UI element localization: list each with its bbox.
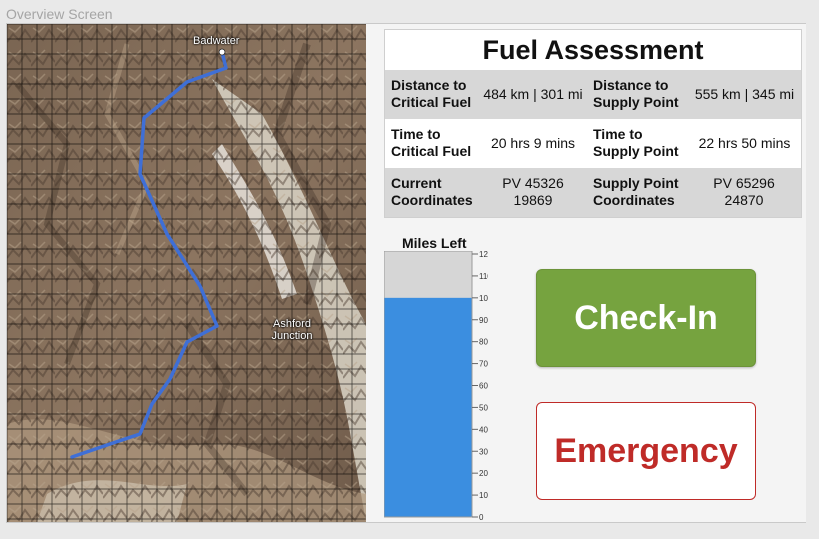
gauge-tick-label: 400 <box>479 425 488 434</box>
distance-supply-label: Distance to Supply Point <box>593 77 679 110</box>
gauge-tick-label: 300 <box>479 447 488 456</box>
gauge-fill-bar <box>384 297 472 517</box>
distance-critical-value: 484 km | 301 mi <box>483 86 583 102</box>
fuel-assessment-title: Fuel Assessment <box>482 35 704 65</box>
miles-left-title: Miles Left <box>402 235 467 251</box>
time-supply-label: Time to Supply Point <box>593 126 679 159</box>
fuel-assessment-card: Fuel Assessment Distance to Critical Fue… <box>384 29 802 218</box>
map-canvas[interactable] <box>7 24 366 522</box>
gauge-tick-label: 800 <box>479 338 488 347</box>
screen-title: Overview Screen <box>6 6 113 22</box>
gauge-tick-label: 1100 <box>479 272 488 281</box>
current-coordinates-label: Current Coordinates <box>391 175 473 208</box>
gauge-tick-label: 600 <box>479 382 488 391</box>
distance-critical-label: Distance to Critical Fuel <box>391 77 472 110</box>
gauge-tick-label: 100 <box>479 491 488 500</box>
right-panel: Fuel Assessment Distance to Critical Fue… <box>366 24 806 522</box>
current-coordinates-value: PV 45326 19869 <box>502 175 564 208</box>
time-supply-value: 22 hrs 50 mins <box>698 135 791 151</box>
info-row-distance: Distance to Critical Fuel 484 km | 301 m… <box>385 70 801 119</box>
time-critical-label: Time to Critical Fuel <box>391 126 472 159</box>
gauge-tick-label: 1200 <box>479 251 488 259</box>
info-row-time: Time to Critical Fuel 20 hrs 9 mins Time… <box>385 119 801 168</box>
gauge-tick-label: 900 <box>479 316 488 325</box>
time-critical-value: 20 hrs 9 mins <box>490 135 576 151</box>
check-in-button[interactable]: Check-In <box>536 269 756 367</box>
supply-coordinates-value: PV 65296 24870 <box>713 175 775 208</box>
gauge-tick-label: 200 <box>479 469 488 478</box>
map-label-ashford-junction: Ashford Junction <box>271 318 313 342</box>
gauge-tick-label: 0 <box>479 513 484 521</box>
miles-left-gauge: 0 100 200 300 400 500 600 700 800 900 1000 1100 1200 <box>384 251 488 521</box>
satellite-map[interactable]: Badwater Ashford Junction <box>7 24 366 522</box>
gauge-tick-label: 1000 <box>479 294 488 303</box>
gauge-tick-label: 700 <box>479 360 488 369</box>
emergency-button[interactable]: Emergency <box>536 402 756 500</box>
map-label-badwater: Badwater <box>193 35 240 47</box>
supply-coordinates-label: Supply Point Coordinates <box>593 175 679 208</box>
gauge-tick-label: 500 <box>479 403 488 412</box>
info-row-coordinates: Current Coordinates PV 45326 19869 Suppl… <box>385 168 801 217</box>
distance-supply-value: 555 km | 345 mi <box>694 86 795 102</box>
badwater-marker[interactable] <box>218 48 226 56</box>
